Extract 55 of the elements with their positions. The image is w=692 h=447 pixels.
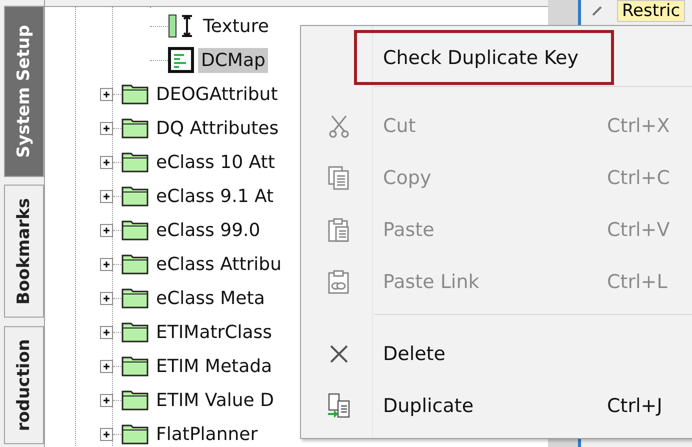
expand-icon[interactable] — [100, 122, 113, 134]
expand-icon[interactable] — [100, 428, 113, 440]
shortcut-label: Ctrl+V — [607, 219, 670, 241]
expand-icon[interactable] — [100, 326, 113, 338]
tree-item[interactable]: eClass 99.0 — [153, 218, 264, 242]
folder-icon — [121, 219, 149, 241]
pencil-icon — [591, 5, 603, 17]
expand-icon[interactable] — [100, 224, 113, 236]
tree-item[interactable]: DQ Attributes — [153, 116, 282, 140]
tree-item[interactable]: eClass 9.1 At — [153, 184, 277, 208]
tree-item[interactable]: DCMap — [198, 48, 268, 72]
shortcut-label: Ctrl+J — [607, 395, 662, 417]
folder-icon — [121, 287, 149, 309]
folder-icon — [121, 321, 149, 343]
expand-icon[interactable] — [100, 360, 113, 372]
tree-item[interactable]: ETIM Metada — [153, 354, 276, 378]
value-field[interactable]: Restric — [617, 0, 686, 22]
cross-icon — [328, 343, 350, 365]
sidebar-tab[interactable]: System Setup — [4, 6, 44, 177]
tree-item[interactable]: Texture — [200, 14, 272, 38]
tree-item[interactable]: DEOGAttribut — [153, 82, 281, 106]
expand-icon[interactable] — [100, 292, 113, 304]
clipboard-icon — [328, 218, 350, 242]
menu-item[interactable]: Delete — [301, 328, 692, 380]
duplicate-icon — [327, 393, 351, 419]
folder-icon — [121, 151, 149, 173]
shortcut-label: Ctrl+C — [607, 167, 670, 189]
document-icon — [168, 47, 194, 73]
scissors-icon — [328, 114, 350, 138]
sidebar-tab[interactable]: roduction — [4, 326, 44, 444]
tree-item[interactable]: eClass 10 Att — [153, 150, 278, 174]
folder-icon — [121, 423, 149, 445]
expand-icon[interactable] — [100, 88, 113, 100]
menu-item[interactable]: Check Duplicate Key — [354, 30, 614, 85]
menu-item[interactable]: Duplicate Ctrl+J — [301, 380, 692, 432]
expand-icon[interactable] — [100, 156, 113, 168]
tree-item[interactable]: eClass Attribu — [153, 252, 284, 276]
folder-icon — [121, 355, 149, 377]
expand-icon[interactable] — [100, 190, 113, 202]
shortcut-label: Ctrl+X — [607, 115, 670, 137]
shortcut-label: Ctrl+L — [607, 271, 668, 293]
expand-icon[interactable] — [100, 258, 113, 270]
tree-item[interactable]: ETIMatrClass — [153, 320, 276, 344]
folder-icon — [121, 83, 149, 105]
clipboard-link-icon — [328, 270, 350, 294]
folder-icon — [121, 389, 149, 411]
tree-item[interactable]: eClass Meta — [153, 286, 268, 310]
expand-icon[interactable] — [100, 394, 113, 406]
folder-icon — [121, 117, 149, 139]
folder-icon — [121, 185, 149, 207]
tree-item[interactable]: ETIM Value D — [153, 388, 277, 412]
sidebar-tab[interactable]: Bookmarks — [4, 184, 44, 318]
copy-icon — [328, 166, 350, 190]
folder-icon — [121, 253, 149, 275]
tree-item[interactable]: FlatPlanner — [153, 422, 261, 446]
